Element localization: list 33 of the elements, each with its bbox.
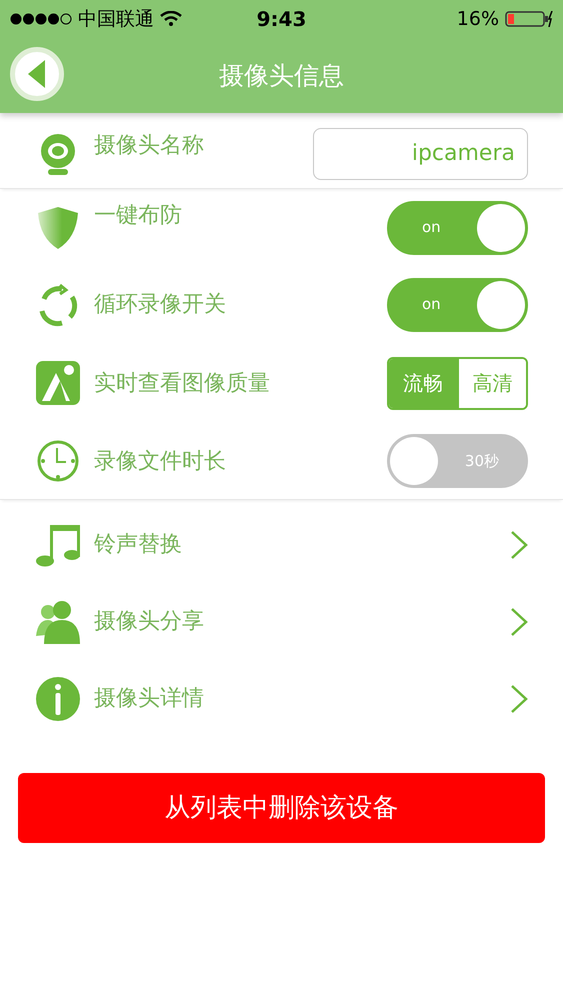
delete-device-button[interactable]: 从列表中删除该设备 [18,773,545,843]
wifi-icon [160,11,182,27]
chevron-right-icon [510,530,528,560]
menu-item[interactable]: 摄像头详情 [0,660,563,737]
setting-label: 摄像头名称 [94,132,205,160]
quality-option[interactable]: 流畅 [389,358,456,408]
status-time: 9:43 [256,6,306,33]
carrier-name: 中国联通 [78,6,154,32]
menu-item[interactable]: 摄像头分享 [0,583,563,660]
chevron-right-icon [510,606,528,636]
music-note-icon [36,522,80,566]
shield-icon [36,206,80,250]
back-button[interactable] [10,47,64,101]
chevron-right-icon [510,684,528,714]
setting-label: 实时查看图像质量 [94,370,271,398]
toggle-switch[interactable]: on [387,278,528,332]
info-icon [36,676,80,720]
image-icon [36,361,80,405]
menu-item[interactable]: 铃声替换 [0,506,563,583]
setting-label: 循环录像开关 [94,291,227,319]
page-title: 摄像头信息 [219,60,344,92]
users-icon [36,600,80,644]
signal-strength-icon [10,13,72,25]
back-arrow-icon [28,60,46,88]
setting-label: 一键布防 [94,202,183,230]
clock-icon [36,439,80,483]
battery-icon [505,11,553,27]
battery-percent: 16% [456,6,499,32]
toggle-switch[interactable]: 30秒 [387,434,528,488]
name-field[interactable]: ipcamera [313,128,528,180]
toggle-switch[interactable]: on [387,200,528,254]
setting-label: 录像文件时长 [94,448,227,476]
quality-option[interactable]: 高清 [456,358,526,408]
